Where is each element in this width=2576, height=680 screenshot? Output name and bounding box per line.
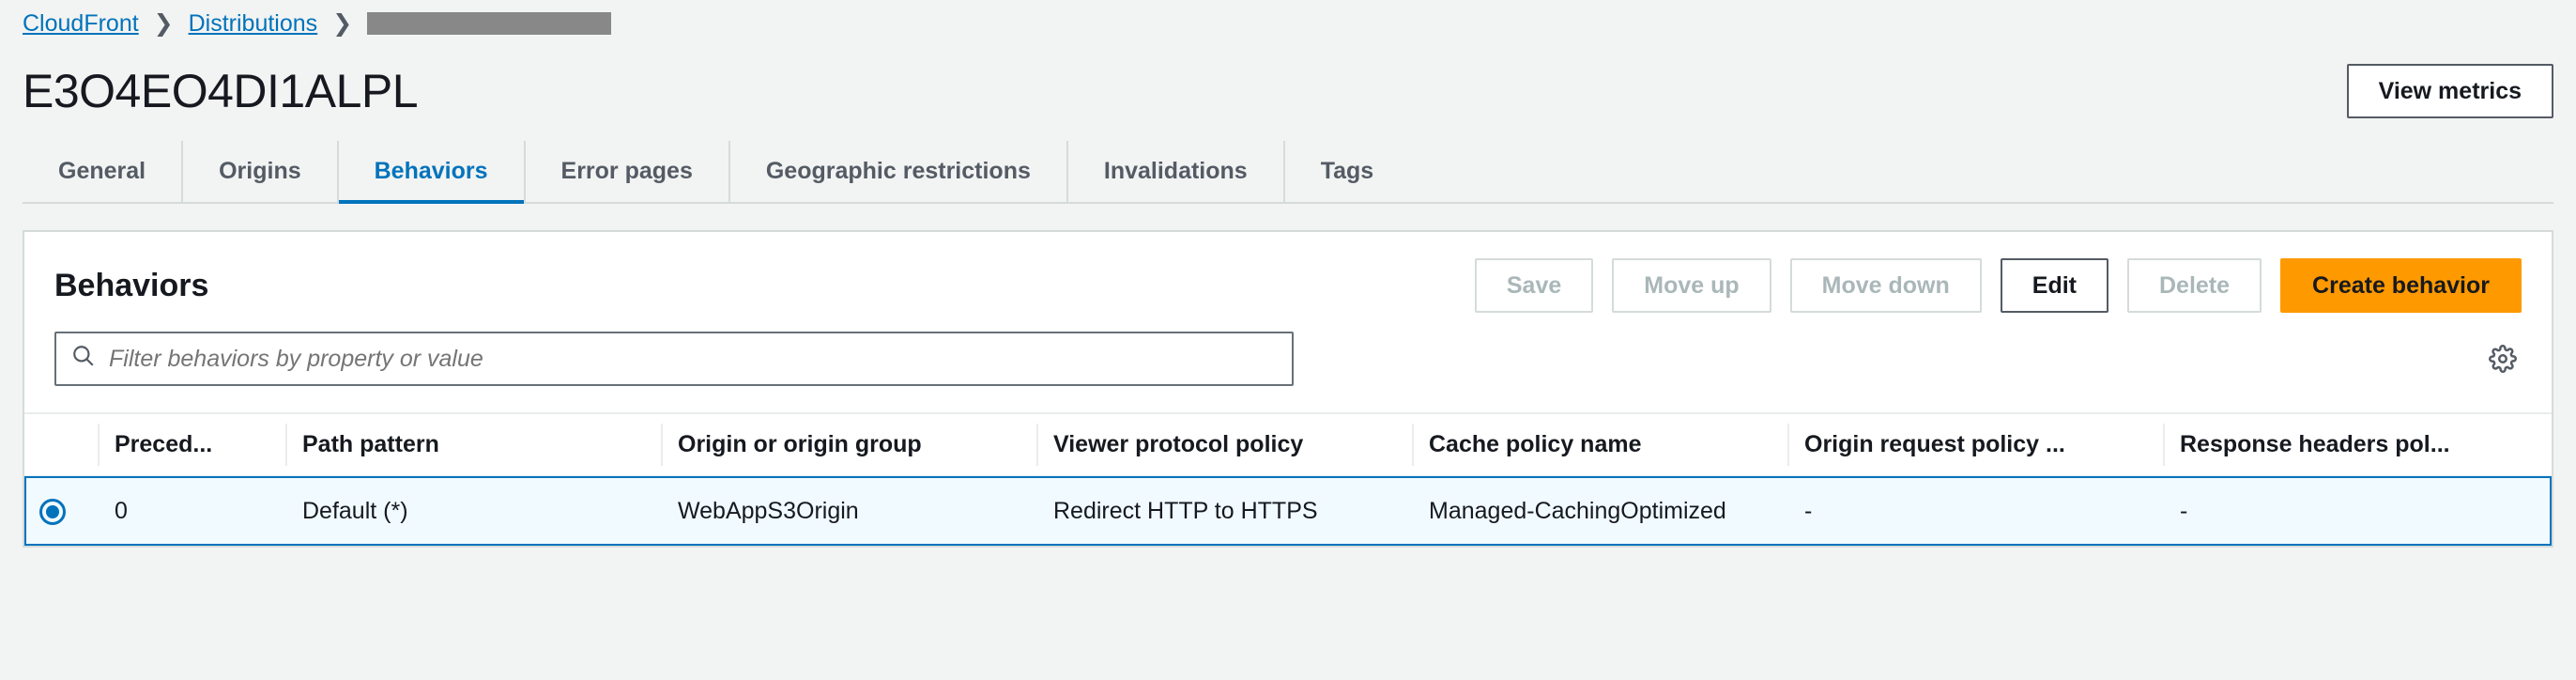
breadcrumb-link-cloudfront[interactable]: CloudFront xyxy=(23,10,139,38)
page-header: E3O4EO4DI1ALPL View metrics xyxy=(23,64,2553,118)
page-title: E3O4EO4DI1ALPL xyxy=(23,64,418,118)
settings-button[interactable] xyxy=(2484,340,2522,378)
tab-behaviors[interactable]: Behaviors xyxy=(339,141,526,202)
cell-precedence: 0 xyxy=(100,476,287,546)
cell-path-pattern: Default (*) xyxy=(287,476,663,546)
filter-input[interactable] xyxy=(109,346,1277,373)
search-icon xyxy=(71,344,96,375)
chevron-right-icon: ❯ xyxy=(154,9,174,38)
panel-title: Behaviors xyxy=(54,268,208,304)
view-metrics-button[interactable]: View metrics xyxy=(2347,64,2553,118)
tab-origins[interactable]: Origins xyxy=(183,141,339,202)
behaviors-table: Preced... Path pattern Origin or origin … xyxy=(24,412,2552,546)
col-viewer-policy[interactable]: Viewer protocol policy xyxy=(1038,413,1414,476)
move-up-button[interactable]: Move up xyxy=(1612,258,1771,313)
gear-icon xyxy=(2489,345,2517,373)
col-response-headers-policy[interactable]: Response headers pol... xyxy=(2165,413,2552,476)
filter-input-wrap[interactable] xyxy=(54,332,1294,386)
move-down-button[interactable]: Move down xyxy=(1790,258,1982,313)
tab-tags[interactable]: Tags xyxy=(1285,141,1410,202)
cell-response-headers-policy: - xyxy=(2165,476,2552,546)
panel-actions: Save Move up Move down Edit Delete Creat… xyxy=(1475,258,2522,313)
save-button[interactable]: Save xyxy=(1475,258,1593,313)
row-radio[interactable] xyxy=(39,499,66,525)
chevron-right-icon: ❯ xyxy=(332,9,352,38)
col-origin-request-policy[interactable]: Origin request policy ... xyxy=(1789,413,2165,476)
table-row[interactable]: 0 Default (*) WebAppS3Origin Redirect HT… xyxy=(24,476,2552,546)
col-origin[interactable]: Origin or origin group xyxy=(663,413,1038,476)
cell-viewer-policy: Redirect HTTP to HTTPS xyxy=(1038,476,1414,546)
breadcrumb: CloudFront ❯ Distributions ❯ xyxy=(23,0,2553,54)
edit-button[interactable]: Edit xyxy=(2001,258,2108,313)
col-cache-policy[interactable]: Cache policy name xyxy=(1414,413,1789,476)
tab-invalidations[interactable]: Invalidations xyxy=(1068,141,1285,202)
delete-button[interactable]: Delete xyxy=(2127,258,2262,313)
cell-cache-policy: Managed-CachingOptimized xyxy=(1414,476,1789,546)
col-precedence[interactable]: Preced... xyxy=(100,413,287,476)
tabs: General Origins Behaviors Error pages Ge… xyxy=(23,141,2553,204)
breadcrumb-link-distributions[interactable]: Distributions xyxy=(189,10,318,38)
tab-geographic-restrictions[interactable]: Geographic restrictions xyxy=(730,141,1068,202)
panel-header: Behaviors Save Move up Move down Edit De… xyxy=(24,258,2552,332)
col-path-pattern[interactable]: Path pattern xyxy=(287,413,663,476)
tab-error-pages[interactable]: Error pages xyxy=(526,141,730,202)
create-behavior-button[interactable]: Create behavior xyxy=(2280,258,2522,313)
col-select xyxy=(24,413,100,476)
tab-general[interactable]: General xyxy=(23,141,183,202)
table-header-row: Preced... Path pattern Origin or origin … xyxy=(24,413,2552,476)
cell-origin: WebAppS3Origin xyxy=(663,476,1038,546)
panel-toolbar xyxy=(24,332,2552,412)
breadcrumb-current-redacted xyxy=(367,12,611,35)
behaviors-panel: Behaviors Save Move up Move down Edit De… xyxy=(23,230,2553,548)
cell-origin-request-policy: - xyxy=(1789,476,2165,546)
